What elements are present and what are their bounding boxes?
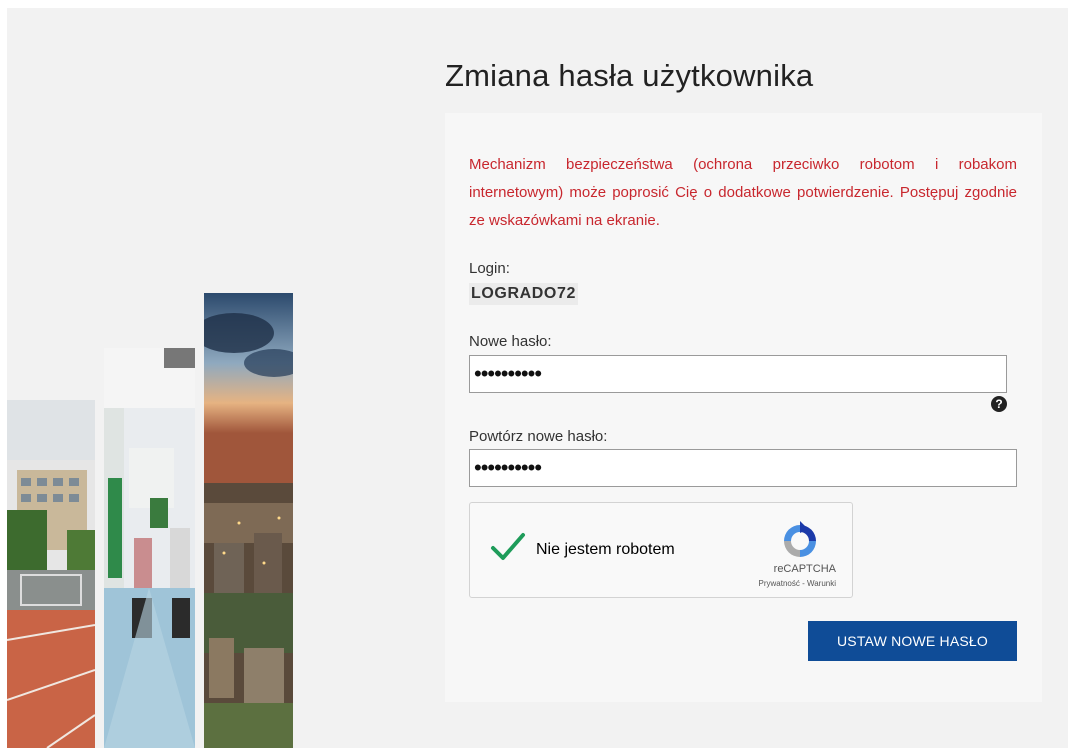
- recaptcha-links[interactable]: Prywatność - Warunki: [759, 579, 837, 588]
- repeat-password-label: Powtórz nowe hasło:: [469, 428, 608, 445]
- help-icon[interactable]: ?: [991, 396, 1007, 412]
- new-password-label: Nowe hasło:: [469, 333, 552, 350]
- recaptcha-brand: reCAPTCHA: [773, 563, 836, 575]
- new-password-masked-value: ••••••••••: [474, 361, 542, 386]
- recaptcha-logo-icon: [780, 521, 820, 561]
- recaptcha-widget: Nie jestem robotem reCAPTCHA Prywatność …: [469, 502, 853, 598]
- city-skyline-photo: [204, 293, 293, 748]
- repeat-password-input[interactable]: ••••••••••: [469, 449, 1017, 487]
- login-label: Login:: [469, 260, 510, 277]
- login-value: LOGRADO72: [469, 283, 578, 305]
- new-password-input[interactable]: ••••••••••: [469, 355, 1007, 393]
- recaptcha-label: Nie jestem robotem: [536, 541, 675, 558]
- security-info-text: Mechanizm bezpieczeństwa (ochrona przeci…: [469, 156, 1017, 229]
- checkmark-icon[interactable]: [490, 529, 526, 565]
- school-corridor-photo: [104, 348, 195, 748]
- repeat-password-masked-value: ••••••••••: [474, 455, 542, 480]
- set-new-password-button[interactable]: USTAW NOWE HASŁO: [808, 621, 1017, 661]
- sports-field-photo: [7, 400, 95, 748]
- page-title: Zmiana hasła użytkownika: [445, 58, 814, 93]
